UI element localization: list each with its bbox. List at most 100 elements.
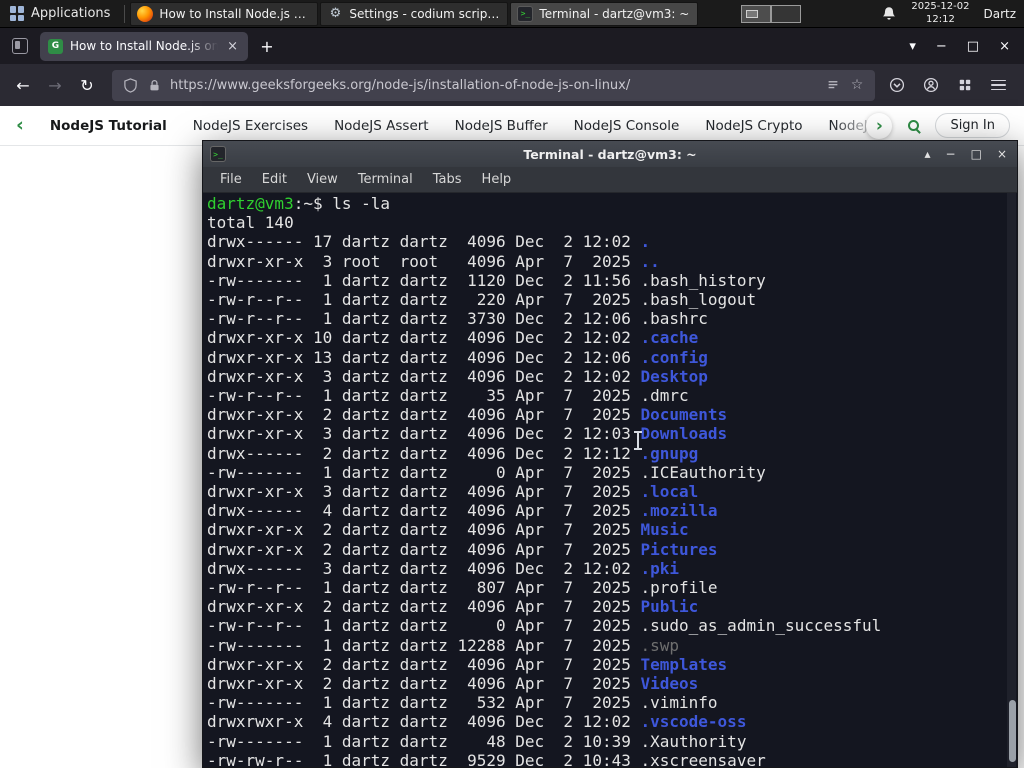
file-meta: drwxr-xr-x 3 dartz dartz 4096 Dec 2 12:0…	[207, 424, 641, 444]
site-nav-scroll-left-icon[interactable]: ‹	[16, 116, 24, 135]
file-meta: drwxr-xr-x 2 dartz dartz 4096 Apr 7 2025	[207, 405, 641, 425]
site-nav-item[interactable]: NodeJS Console	[574, 118, 680, 134]
window-close-button[interactable]: ×	[999, 39, 1010, 54]
forward-button[interactable]: →	[40, 70, 70, 100]
file-name: ..	[640, 251, 660, 271]
taskbar-item[interactable]: ⚙ Settings - codium script...	[320, 1, 509, 26]
new-tab-button[interactable]: +	[254, 33, 280, 59]
url-bar[interactable]: https://www.geeksforgeeks.org/node-js/in…	[112, 69, 875, 101]
file-meta: drwxr-xr-x 2 dartz dartz 4096 Apr 7 2025	[207, 597, 641, 617]
file-meta: drwxr-xr-x 10 dartz dartz 4096 Dec 2 12:…	[207, 328, 641, 348]
terminal-menu-terminal[interactable]: Terminal	[349, 169, 422, 190]
tab-title: How to Install Node.js on...	[70, 39, 219, 53]
file-name: .dmrc	[640, 386, 689, 406]
file-name: .ICEauthority	[640, 462, 766, 482]
terminal-close-button[interactable]: ×	[997, 147, 1007, 161]
applications-label: Applications	[31, 6, 111, 21]
settings-icon: ⚙	[329, 6, 342, 21]
taskbar-item-label: Terminal - dartz@vm3: ~	[539, 6, 690, 21]
reader-view-icon[interactable]	[825, 77, 841, 93]
toolbar-icons	[885, 77, 1016, 93]
terminal-output[interactable]: dartz@vm3:~$ ls -la total 140 drwx------…	[203, 193, 1017, 767]
terminal-line: -rw------- 1 dartz dartz 532 Apr 7 2025 …	[207, 693, 1017, 712]
extensions-icon[interactable]	[957, 77, 973, 93]
clock-date: 2025-12-02	[911, 1, 970, 12]
site-nav-item[interactable]: NodeJS Assert	[334, 118, 429, 134]
url-text[interactable]: https://www.geeksforgeeks.org/node-js/in…	[170, 78, 817, 93]
terminal-listing: drwx------ 17 dartz dartz 4096 Dec 2 12:…	[207, 232, 1017, 767]
terminal-line: drwxr-xr-x 2 dartz dartz 4096 Apr 7 2025…	[207, 540, 1017, 559]
taskbar-item[interactable]: How to Install Node.js o...	[130, 1, 319, 26]
site-nav-item[interactable]: NodeJS Tutorial	[50, 118, 167, 134]
file-meta: -rw-r--r-- 1 dartz dartz 35 Apr 7 2025	[207, 386, 641, 406]
site-nav-scroll-right-icon[interactable]: ›	[866, 112, 893, 139]
file-meta: -rw------- 1 dartz dartz 48 Dec 2 10:39	[207, 731, 641, 751]
workspace-1[interactable]	[741, 4, 772, 23]
window-minimize-button[interactable]: −	[936, 39, 947, 54]
panel-right: 2025-12-02 12:12 Dartz	[741, 0, 1024, 27]
tracking-shield-icon[interactable]	[122, 77, 138, 93]
window-maximize-button[interactable]: □	[967, 39, 979, 54]
bookmark-star-icon[interactable]: ☆	[849, 77, 865, 93]
terminal-menu-help[interactable]: Help	[473, 169, 521, 190]
file-name: Videos	[640, 674, 699, 694]
notifications-bell-icon[interactable]	[881, 6, 897, 22]
terminal-icon: >_	[517, 5, 534, 22]
applications-menu[interactable]: Applications	[0, 0, 120, 27]
file-name: .sudo_as_admin_successful	[640, 616, 882, 636]
terminal-shade-button[interactable]: ▴	[925, 147, 931, 161]
tab-strip: G How to Install Node.js on... × + ▾ − □…	[0, 28, 1024, 64]
file-name: .pki	[640, 558, 680, 578]
site-nav-item[interactable]: NodeJS Crypto	[705, 118, 802, 134]
file-meta: -rw------- 1 dartz dartz 1120 Dec 2 11:5…	[207, 270, 641, 290]
terminal-line: -rw-r--r-- 1 dartz dartz 35 Apr 7 2025 .…	[207, 386, 1017, 405]
terminal-scrollbar[interactable]	[1007, 193, 1016, 767]
workspace-2[interactable]	[771, 4, 802, 23]
menu-button[interactable]	[991, 79, 1006, 91]
lock-icon[interactable]	[146, 77, 162, 93]
terminal-minimize-button[interactable]: −	[946, 147, 956, 161]
file-meta: -rw-r--r-- 1 dartz dartz 220 Apr 7 2025	[207, 290, 641, 310]
reload-button[interactable]: ↻	[72, 70, 102, 100]
terminal-line: drwxr-xr-x 2 dartz dartz 4096 Apr 7 2025…	[207, 655, 1017, 674]
site-nav-item[interactable]: NodeJS Buffer	[455, 118, 548, 134]
workspace-switcher[interactable]	[741, 4, 802, 23]
firefox-view-icon[interactable]	[12, 38, 28, 54]
clock-time: 12:12	[925, 13, 955, 25]
site-search-icon[interactable]	[908, 120, 920, 131]
taskbar-item-label: Settings - codium script...	[349, 6, 502, 21]
terminal-menu-tabs[interactable]: Tabs	[424, 169, 471, 190]
terminal-menubar: File Edit View Terminal Tabs Help	[203, 167, 1017, 193]
file-name: .bash_logout	[640, 290, 757, 310]
terminal-window: >_ Terminal - dartz@vm3: ~ ▴ − □ × File E…	[202, 140, 1018, 768]
terminal-menu-file[interactable]: File	[211, 169, 251, 190]
file-meta: drwxr-xr-x 2 dartz dartz 4096 Apr 7 2025	[207, 674, 641, 694]
pocket-icon[interactable]	[889, 77, 905, 93]
terminal-line: drwx------ 2 dartz dartz 4096 Dec 2 12:1…	[207, 444, 1017, 463]
file-name: .profile	[640, 578, 718, 598]
terminal-line: -rw------- 1 dartz dartz 0 Apr 7 2025 .I…	[207, 463, 1017, 482]
clock[interactable]: 2025-12-02 12:12	[911, 1, 969, 26]
desktop: Applications How to Install Node.js o...…	[0, 0, 1024, 768]
taskbar-item[interactable]: >_ Terminal - dartz@vm3: ~	[510, 1, 699, 26]
tab-close-icon[interactable]: ×	[225, 39, 240, 54]
file-name: .viminfo	[640, 693, 718, 713]
terminal-scrollbar-thumb[interactable]	[1009, 700, 1016, 762]
list-tabs-icon[interactable]: ▾	[909, 39, 916, 54]
terminal-titlebar[interactable]: >_ Terminal - dartz@vm3: ~ ▴ − □ ×	[203, 141, 1017, 167]
site-nav-item[interactable]: NodeJS Exercises	[193, 118, 308, 134]
file-meta: -rw------- 1 dartz dartz 532 Apr 7 2025	[207, 693, 641, 713]
sign-in-button[interactable]: Sign In	[935, 113, 1010, 138]
file-name: .config	[640, 347, 708, 367]
back-button[interactable]: ←	[8, 70, 38, 100]
terminal-menu-edit[interactable]: Edit	[253, 169, 296, 190]
terminal-line: -rw-rw-r-- 1 dartz dartz 9529 Dec 2 10:4…	[207, 751, 1017, 767]
terminal-maximize-button[interactable]: □	[971, 147, 982, 161]
terminal-window-title: Terminal - dartz@vm3: ~	[523, 146, 697, 162]
terminal-line: -rw-r--r-- 1 dartz dartz 807 Apr 7 2025 …	[207, 578, 1017, 597]
terminal-menu-view[interactable]: View	[298, 169, 347, 190]
navigation-toolbar: ← → ↻ https://www.geeksforgeeks.org/node…	[0, 64, 1024, 106]
file-name: .local	[640, 482, 699, 502]
account-icon[interactable]	[923, 77, 939, 93]
browser-tab[interactable]: G How to Install Node.js on... ×	[40, 31, 248, 61]
